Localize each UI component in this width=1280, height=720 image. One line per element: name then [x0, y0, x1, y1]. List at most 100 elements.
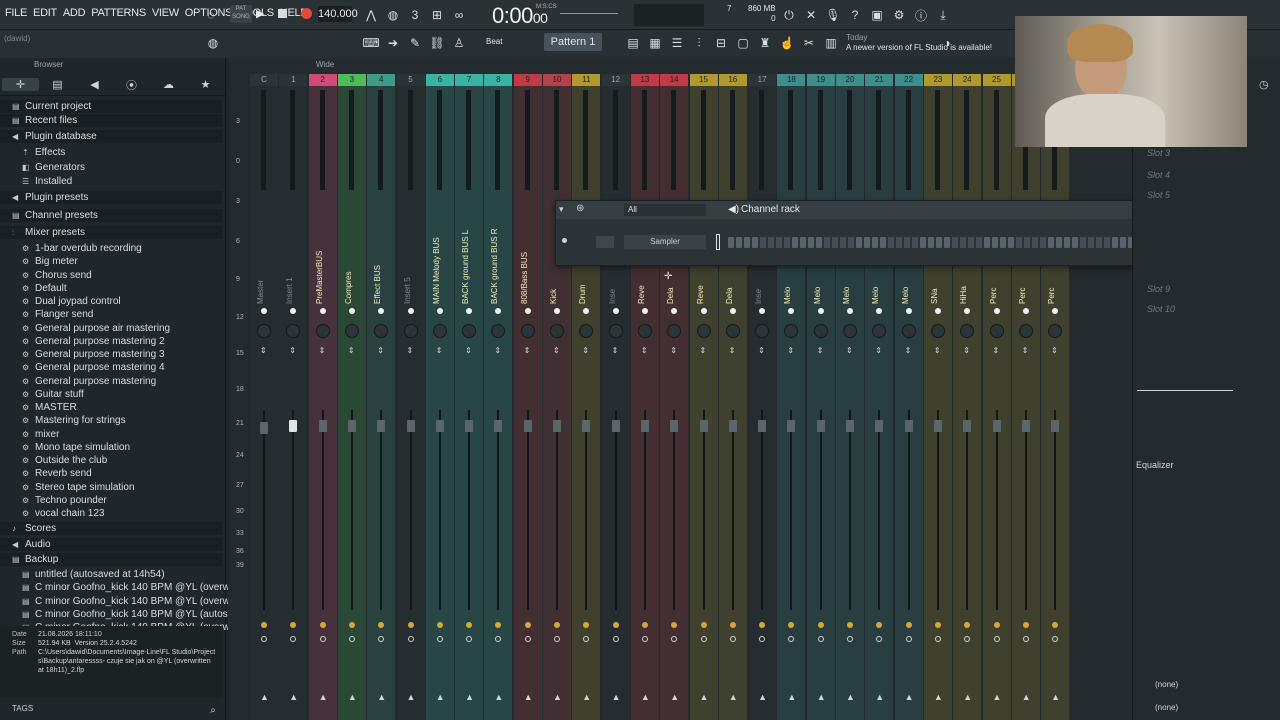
- step-button[interactable]: [936, 237, 942, 248]
- online-icon[interactable]: ⏻: [780, 6, 798, 24]
- mixer-track[interactable]: 3 Compres ⇕ ▲: [337, 74, 366, 720]
- track-enable-led[interactable]: [700, 308, 707, 314]
- news-panel[interactable]: Today A newer version of FL Studio is av…: [846, 33, 992, 53]
- record-arm-led[interactable]: [612, 636, 619, 642]
- record-arm-led[interactable]: [495, 636, 502, 642]
- tags-label[interactable]: TAGS: [12, 704, 33, 713]
- record-arm-led[interactable]: [905, 636, 912, 642]
- stereo-separation-icon[interactable]: ⇕: [553, 346, 560, 355]
- step-button[interactable]: [904, 237, 910, 248]
- route-led[interactable]: [1052, 622, 1059, 628]
- step-button[interactable]: [1000, 237, 1006, 248]
- volume-fader[interactable]: [670, 420, 679, 432]
- mixer-preset-item[interactable]: ⚙ vocal chain 123: [0, 507, 105, 520]
- step-button[interactable]: [776, 237, 782, 248]
- route-led[interactable]: [378, 622, 385, 628]
- midi-icon[interactable]: ✕: [802, 6, 820, 24]
- stereo-separation-icon[interactable]: ⇕: [436, 346, 443, 355]
- step-button[interactable]: [760, 237, 766, 248]
- send-arrow-icon[interactable]: ▲: [817, 692, 826, 702]
- step-button[interactable]: [800, 237, 806, 248]
- time-unit[interactable]: M:S:CS: [536, 4, 557, 10]
- pan-knob[interactable]: [637, 324, 652, 338]
- volume-fader[interactable]: [377, 420, 386, 432]
- step-button[interactable]: [888, 237, 894, 248]
- route-led[interactable]: [554, 622, 560, 628]
- pan-knob[interactable]: [784, 324, 799, 338]
- mixer-preset-item[interactable]: ⚙ Chorus send: [0, 269, 92, 282]
- stereo-separation-icon[interactable]: ⇕: [348, 346, 355, 355]
- record-arm-led[interactable]: [759, 636, 766, 642]
- volume-fader[interactable]: [699, 420, 708, 432]
- send-arrow-icon[interactable]: ▲: [846, 692, 855, 702]
- pan-knob[interactable]: [550, 324, 564, 338]
- mixer-preset-item[interactable]: ⚙ 1-bar overdub recording: [0, 242, 142, 255]
- volume-fader[interactable]: [494, 420, 503, 432]
- route-led[interactable]: [261, 622, 267, 628]
- mixer-preset-item[interactable]: ⚙ General purpose mastering 3: [0, 348, 165, 361]
- mixer-track[interactable]: 4 Effect BUS ⇕ ▲: [367, 74, 396, 720]
- mixer-track[interactable]: 16 Dela ⇕ ▲: [718, 74, 747, 720]
- pan-knob[interactable]: [1018, 324, 1033, 338]
- mixer-track[interactable]: 10 Kick ⇕ ▲: [543, 74, 571, 720]
- track-enable-led[interactable]: [261, 308, 267, 314]
- mixer-preset-item[interactable]: ⚙ Flanger send: [0, 308, 93, 321]
- volume-fader[interactable]: [465, 420, 474, 432]
- volume-fader[interactable]: [1021, 420, 1030, 432]
- track-enable-led[interactable]: [612, 308, 619, 314]
- step-button[interactable]: [1032, 237, 1038, 248]
- browser-item[interactable]: ◧ Generators: [0, 161, 85, 174]
- step-button[interactable]: [960, 237, 966, 248]
- route-led[interactable]: [407, 622, 414, 628]
- pan-knob[interactable]: [960, 324, 975, 338]
- mixer-icon[interactable]: ⫶: [690, 34, 708, 52]
- route-led[interactable]: [612, 622, 619, 628]
- record-arm-led[interactable]: [964, 636, 971, 642]
- volume-fader[interactable]: [992, 420, 1001, 432]
- menu-file[interactable]: FILE: [4, 7, 28, 19]
- track-enable-led[interactable]: [466, 308, 473, 314]
- track-enable-led[interactable]: [348, 308, 355, 314]
- piano-roll-icon[interactable]: ▦: [646, 34, 664, 52]
- record-arm-led[interactable]: [348, 636, 355, 642]
- stereo-separation-icon[interactable]: ⇕: [905, 346, 912, 355]
- wait-input-icon[interactable]: ◍: [384, 6, 402, 24]
- track-enable-led[interactable]: [788, 308, 795, 314]
- step-button[interactable]: [736, 237, 742, 248]
- volume-fader[interactable]: [787, 420, 796, 432]
- send-arrow-icon[interactable]: ▲: [407, 692, 416, 702]
- track-enable-led[interactable]: [817, 308, 824, 314]
- pan-knob[interactable]: [608, 324, 623, 338]
- stereo-separation-icon[interactable]: ⇕: [524, 346, 531, 355]
- track-enable-led[interactable]: [554, 308, 560, 314]
- mixer-preset-item[interactable]: ⚙ Outside the club: [0, 454, 107, 467]
- send-arrow-icon[interactable]: ▲: [729, 692, 738, 702]
- pan-knob[interactable]: [257, 324, 271, 338]
- effect-slot[interactable]: Slot 5: [1147, 190, 1170, 200]
- route-led[interactable]: [348, 622, 355, 628]
- effect-slot[interactable]: Slot 4: [1147, 170, 1170, 180]
- record-arm-led[interactable]: [554, 636, 560, 642]
- pan-knob[interactable]: [725, 324, 740, 338]
- channel-select-indicator[interactable]: [716, 234, 720, 250]
- record-arm-led[interactable]: [641, 636, 648, 642]
- mixer-preset-item[interactable]: ⚙ General purpose mastering 4: [0, 361, 165, 374]
- pan-knob[interactable]: [579, 324, 594, 338]
- track-name[interactable]: Master: [256, 184, 272, 304]
- send-arrow-icon[interactable]: ▲: [875, 692, 884, 702]
- volume-fader[interactable]: [318, 420, 327, 432]
- track-name[interactable]: MAIN Melody BUS: [432, 184, 448, 304]
- microphone-icon[interactable]: 🎙: [824, 6, 842, 24]
- track-enable-led[interactable]: [290, 308, 297, 314]
- mixer-track[interactable]: 9 808/Bass BUS ⇕ ▲: [513, 74, 542, 720]
- step-button[interactable]: [952, 237, 958, 248]
- send-arrow-icon[interactable]: ▲: [553, 692, 562, 702]
- volume-fader[interactable]: [933, 420, 942, 432]
- volume-fader[interactable]: [728, 420, 737, 432]
- mixer-preset-item[interactable]: ⚙ Dual joypad control: [0, 295, 121, 308]
- mixer-track[interactable]: 27Perc⇕▲: [1041, 74, 1070, 720]
- volume-fader[interactable]: [523, 420, 532, 432]
- rack-options-icon[interactable]: ▾: [559, 204, 564, 215]
- volume-fader[interactable]: [582, 420, 591, 432]
- record-arm-led[interactable]: [934, 636, 941, 642]
